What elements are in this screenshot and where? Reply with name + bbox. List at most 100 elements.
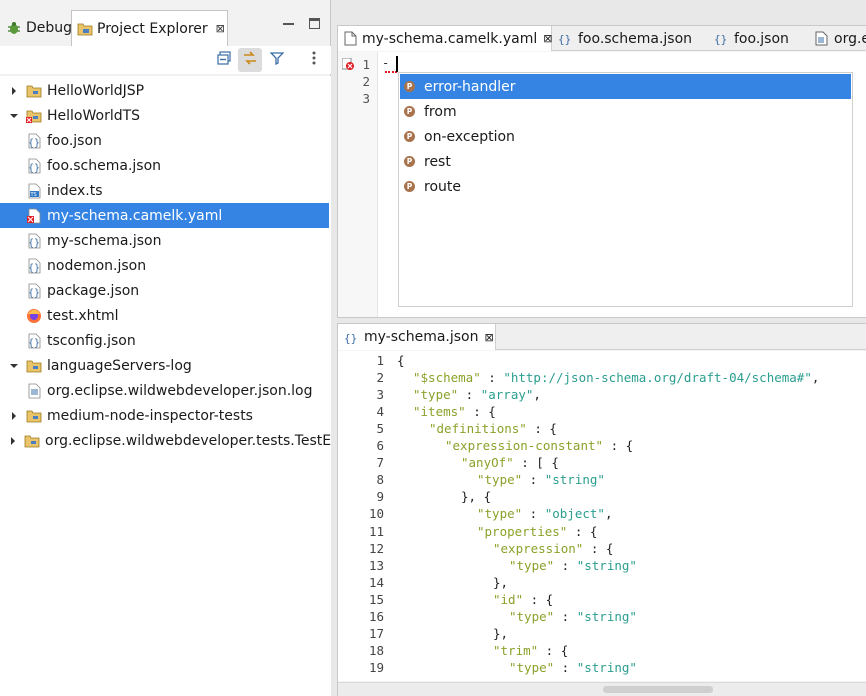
tree-file-node[interactable]: org.eclipse.wildwebdeveloper.json.log xyxy=(0,378,329,403)
completion-item-label: rest xyxy=(424,153,451,170)
completion-item[interactable]: Pon-exception xyxy=(400,124,851,149)
code-line: }, xyxy=(493,575,508,592)
json-string: "array" xyxy=(480,387,534,403)
scrollbar-thumb[interactable] xyxy=(603,686,713,693)
json-punctuation: : { xyxy=(523,591,554,607)
tree-file-node[interactable]: my-schema.camelk.yaml xyxy=(0,203,329,228)
code-line: "anyOf" : [ { xyxy=(461,455,559,472)
completion-item[interactable]: Prest xyxy=(400,149,851,174)
json-punctuation: : { xyxy=(583,540,614,556)
collapse-all-button[interactable] xyxy=(212,48,236,72)
json-string: "string" xyxy=(576,608,637,624)
property-badge-icon: P xyxy=(404,106,415,117)
tree-file-node[interactable]: {} my-schema.json xyxy=(0,228,329,253)
tab-my-schema-camelk-yaml[interactable]: my-schema.camelk.yaml ⊠ xyxy=(338,26,552,51)
line-number-gutter: 1 2 3 xyxy=(338,52,378,317)
project-folder-error-icon xyxy=(26,108,42,124)
tree-project-node[interactable]: HelloWorldJSP xyxy=(0,78,329,103)
tab-my-schema-json[interactable]: {} my-schema.json ⊠ xyxy=(338,324,496,350)
link-with-editor-button[interactable] xyxy=(238,48,262,72)
view-menu-button[interactable] xyxy=(302,48,326,72)
project-explorer-icon xyxy=(77,21,93,37)
tree-file-node[interactable]: {} foo.json xyxy=(0,128,329,153)
maximize-icon[interactable] xyxy=(309,18,320,29)
svg-text:{}: {} xyxy=(28,338,40,349)
yaml-file-error-icon xyxy=(26,208,42,224)
view-window-controls xyxy=(283,18,320,30)
expanded-chevron-icon[interactable] xyxy=(8,360,20,372)
content-assist-popup: Perror-handler Pfrom Pon-exception Prest Pro… xyxy=(398,72,853,307)
tree-file-node[interactable]: TS index.ts xyxy=(0,178,329,203)
project-tree: HelloWorldJSP HelloWorldTS {} foo.json {} foo… xyxy=(0,76,331,696)
code-line: }, xyxy=(493,626,508,643)
close-tab-icon[interactable]: ⊠ xyxy=(216,22,225,35)
minimize-icon[interactable] xyxy=(283,18,295,30)
expanded-chevron-icon[interactable] xyxy=(8,110,20,122)
json-string: "string" xyxy=(576,659,637,675)
yaml-text-area[interactable]: 1 2 3 - Perror-handler Pfrom Pon-exception… xyxy=(338,52,866,317)
json-text-area[interactable]: 1 2 3 4 5 6 7 8 9 10 11 12 13 14 15 16 17 18 19 {"$schema"… xyxy=(338,351,866,681)
tab-project-explorer[interactable]: Project Explorer ⊠ xyxy=(71,10,228,46)
collapsed-chevron-icon[interactable] xyxy=(8,410,20,422)
tab-org-e[interactable]: org.e xyxy=(812,26,866,51)
tree-project-node[interactable]: languageServers-log xyxy=(0,353,329,378)
filter-button[interactable] xyxy=(265,48,289,72)
tree-file-node[interactable]: {} tsconfig.json xyxy=(0,328,329,353)
tree-node-label: index.ts xyxy=(47,182,103,199)
tree-node-label: org.eclipse.wildwebdeveloper.tests.TestE… xyxy=(45,432,331,449)
tree-project-node[interactable]: medium-node-inspector-tests xyxy=(0,403,329,428)
property-badge-icon: P xyxy=(404,156,415,167)
line-number: 17 xyxy=(368,625,384,641)
tab-debug[interactable]: Debug xyxy=(2,10,72,46)
editor-tab-bar: my-schema.camelk.yaml ⊠ {} foo.schema.js… xyxy=(338,26,866,51)
code-line: "properties" : { xyxy=(477,524,597,541)
explorer-toolbar xyxy=(0,46,331,74)
json-file-icon: {} xyxy=(558,31,573,46)
code-line: "type" : "object", xyxy=(477,506,612,523)
close-tab-icon[interactable]: ⊠ xyxy=(485,331,494,344)
line-number: 13 xyxy=(368,557,384,573)
line-number: 7 xyxy=(376,455,384,471)
json-punctuation: : xyxy=(522,472,545,488)
tree-node-label: languageServers-log xyxy=(47,357,192,374)
line-number: 2 xyxy=(362,74,370,89)
project-explorer-pane: Debug Project Explorer ⊠ HelloWorldJSP H… xyxy=(0,0,331,696)
code-line: "id" : { xyxy=(493,592,553,609)
line-number-gutter: 1 2 3 4 5 6 7 8 9 10 11 12 13 14 15 16 17 18 19 xyxy=(338,351,388,681)
json-string: "string" xyxy=(576,557,637,573)
code-line: "trim" : { xyxy=(493,643,568,660)
tree-project-node[interactable]: HelloWorldTS xyxy=(0,103,329,128)
close-tab-icon[interactable]: ⊠ xyxy=(543,32,552,45)
json-key: "type" xyxy=(413,387,459,403)
json-file-icon: {} xyxy=(26,258,42,274)
json-key: "type" xyxy=(477,472,523,488)
collapsed-chevron-icon[interactable] xyxy=(8,85,20,97)
json-punctuation: }, xyxy=(493,574,509,590)
tree-file-node[interactable]: {} nodemon.json xyxy=(0,253,329,278)
tree-node-label: package.json xyxy=(47,282,140,299)
horizontal-scrollbar[interactable] xyxy=(338,682,866,696)
tab-foo-json[interactable]: {} foo.json xyxy=(712,26,798,51)
tab-foo-schema-json[interactable]: {} foo.schema.json xyxy=(556,26,696,51)
tree-file-node[interactable]: {} foo.schema.json xyxy=(0,153,329,178)
tree-file-node[interactable]: {} package.json xyxy=(0,278,329,303)
text-caret xyxy=(396,56,398,72)
tree-node-label: test.xhtml xyxy=(47,307,119,324)
line-number: 12 xyxy=(368,540,384,556)
collapsed-chevron-icon[interactable] xyxy=(8,435,18,447)
line-number: 16 xyxy=(368,608,384,624)
tree-project-node[interactable]: org.eclipse.wildwebdeveloper.tests.TestE… xyxy=(0,428,331,453)
json-punctuation: : { xyxy=(567,523,598,539)
log-file-icon xyxy=(814,31,829,46)
code-line-1: - xyxy=(382,56,390,70)
filter-icon xyxy=(269,51,285,69)
json-string: "object" xyxy=(544,506,605,522)
json-punctuation: : [ { xyxy=(513,455,559,471)
completion-item[interactable]: Perror-handler xyxy=(400,74,851,99)
tree-file-node[interactable]: test.xhtml xyxy=(0,303,329,328)
json-key: "trim" xyxy=(493,642,539,658)
json-file-icon: {} xyxy=(26,133,42,149)
line-number: 19 xyxy=(368,659,384,675)
completion-item[interactable]: Proute xyxy=(400,174,851,199)
completion-item[interactable]: Pfrom xyxy=(400,99,851,124)
